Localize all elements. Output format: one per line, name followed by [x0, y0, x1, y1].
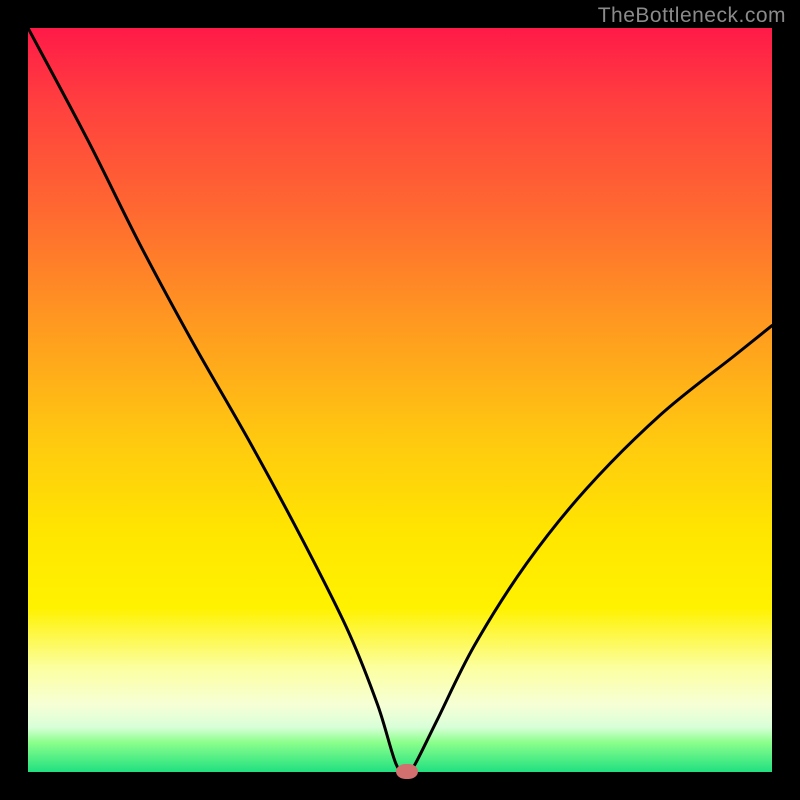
chart-frame: TheBottleneck.com — [0, 0, 800, 800]
bottleneck-curve — [28, 28, 772, 772]
plot-area — [28, 28, 772, 772]
optimum-marker — [396, 764, 418, 779]
watermark-text: TheBottleneck.com — [598, 4, 786, 28]
